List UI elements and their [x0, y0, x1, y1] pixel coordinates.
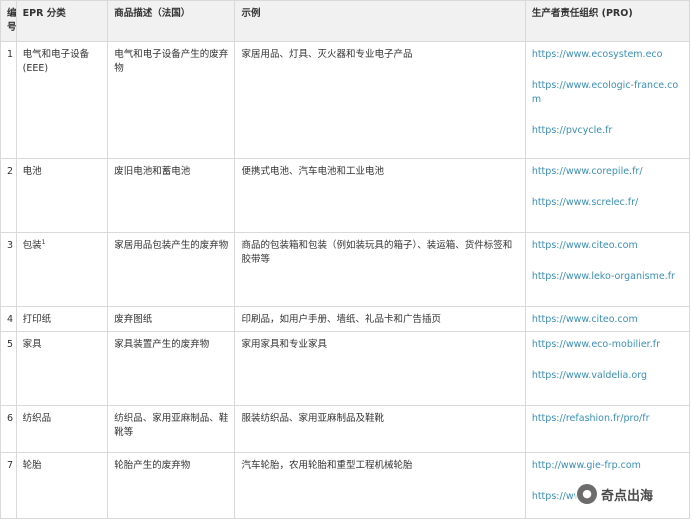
row-description: 纺织品、家用亚麻制品、鞋靴等: [107, 405, 236, 453]
pro-link[interactable]: https://refashion.fr/pro/fr: [532, 412, 683, 426]
pro-link[interactable]: https://www.ecologic-france.com: [532, 79, 683, 107]
row-number: 6: [0, 405, 17, 453]
row-pro-links: https://www.citeo.com: [524, 306, 691, 332]
header-examples: 示例: [234, 0, 526, 42]
row-examples: 商品的包装箱和包装（例如装玩具的箱子）、装运箱、货件标签和胶带等: [234, 232, 526, 307]
table-row: 4 打印纸 废弃图纸 印刷品，如用户手册、墙纸、礼品卡和广告插页 https://www…: [0, 306, 691, 332]
pro-link[interactable]: https://www.ecosystem.eco: [532, 48, 683, 62]
table-row: 2 电池 废旧电池和蓄电池 便携式电池、汽车电池和工业电池 https://www.co…: [0, 158, 691, 233]
epr-table: 编号 EPR 分类 商品描述（法国） 示例 生产者责任组织 (PRO) 1 电气和…: [0, 0, 691, 519]
row-pro-links: https://refashion.fr/pro/fr: [524, 405, 691, 453]
category-label: 家具: [22, 339, 42, 350]
pro-link[interactable]: https://www.valdelia.org: [532, 369, 683, 383]
pro-link[interactable]: https://www.leko-organisme.fr: [532, 270, 683, 284]
row-pro-links: https://www.citeo.com https://www.leko-or…: [524, 232, 691, 307]
pro-link[interactable]: https://www.citeo.com: [532, 239, 683, 253]
header-category: EPR 分类: [15, 0, 109, 42]
row-number: 4: [0, 306, 17, 332]
row-pro-links: https://www.eco-mobilier.fr https://www.v…: [524, 331, 691, 406]
row-description: 家具装置产生的废弃物: [107, 331, 236, 406]
row-category: 电气和电子设备(EEE): [15, 41, 109, 159]
row-category: 家具: [15, 331, 109, 406]
row-number: 3: [0, 232, 17, 307]
table-row: 3 包装1 家居用品包装产生的废弃物 商品的包装箱和包装（例如装玩具的箱子）、装运箱、…: [0, 232, 691, 307]
header-number: 编号: [0, 0, 17, 42]
row-examples: 便携式电池、汽车电池和工业电池: [234, 158, 526, 233]
row-examples: 印刷品，如用户手册、墙纸、礼品卡和广告插页: [234, 306, 526, 332]
header-description: 商品描述（法国）: [107, 0, 236, 42]
row-description: 家居用品包装产生的废弃物: [107, 232, 236, 307]
pro-link[interactable]: https://www.screlec.fr/: [532, 196, 683, 210]
row-pro-links: https://www.corepile.fr/https://www.scre…: [524, 158, 691, 233]
category-label: 打印纸: [22, 314, 52, 325]
row-number: 7: [0, 452, 17, 519]
pro-link[interactable]: https://www.corepile.fr/: [532, 165, 683, 179]
pro-link[interactable]: http://www.gie-frp.com: [532, 459, 683, 473]
row-description: 废弃图纸: [107, 306, 236, 332]
watermark-text: 奇点出海: [601, 488, 654, 504]
row-pro-links: https://www.ecosystem.eco https://www.eco…: [524, 41, 691, 159]
header-pro: 生产者责任组织 (PRO): [524, 0, 691, 42]
footnote-marker[interactable]: 1: [42, 239, 46, 246]
row-category: 纺织品: [15, 405, 109, 453]
table-row: 6 纺织品 纺织品、家用亚麻制品、鞋靴等 服装纺织品、家用亚麻制品及鞋靴 https:/…: [0, 405, 691, 453]
row-examples: 家居用品、灯具、灭火器和专业电子产品: [234, 41, 526, 159]
row-number: 2: [0, 158, 17, 233]
row-number: 1: [0, 41, 17, 159]
table-row: 1 电气和电子设备(EEE) 电气和电子设备产生的废弃物 家居用品、灯具、灭火器和专业…: [0, 41, 691, 159]
category-label: 轮胎: [22, 460, 42, 471]
row-description: 废旧电池和蓄电池: [107, 158, 236, 233]
wechat-icon: ●: [577, 484, 597, 504]
pro-link[interactable]: https://pvcycle.fr: [532, 124, 683, 138]
row-examples: 家用家具和专业家具: [234, 331, 526, 406]
row-number: 5: [0, 331, 17, 406]
header-row: 编号 EPR 分类 商品描述（法国） 示例 生产者责任组织 (PRO): [0, 0, 691, 42]
row-examples: 汽车轮胎，农用轮胎和重型工程机械轮胎: [234, 452, 526, 519]
category-label: 包装: [22, 240, 42, 251]
row-examples: 服装纺织品、家用亚麻制品及鞋靴: [234, 405, 526, 453]
row-description: 电气和电子设备产生的废弃物: [107, 41, 236, 159]
row-category: 轮胎: [15, 452, 109, 519]
table-row: 5 家具 家具装置产生的废弃物 家用家具和专业家具 https://www.eco-mo…: [0, 331, 691, 406]
category-label: 纺织品: [22, 413, 52, 424]
category-label: 电气和电子设备(EEE): [22, 49, 90, 74]
watermark: ● 奇点出海: [575, 482, 658, 506]
row-description: 轮胎产生的废弃物: [107, 452, 236, 519]
pro-link[interactable]: https://www.eco-mobilier.fr: [532, 338, 683, 352]
pro-link[interactable]: https://www.citeo.com: [532, 313, 683, 327]
row-category: 打印纸: [15, 306, 109, 332]
category-label: 电池: [22, 166, 42, 177]
row-category: 包装1: [15, 232, 109, 307]
row-category: 电池: [15, 158, 109, 233]
